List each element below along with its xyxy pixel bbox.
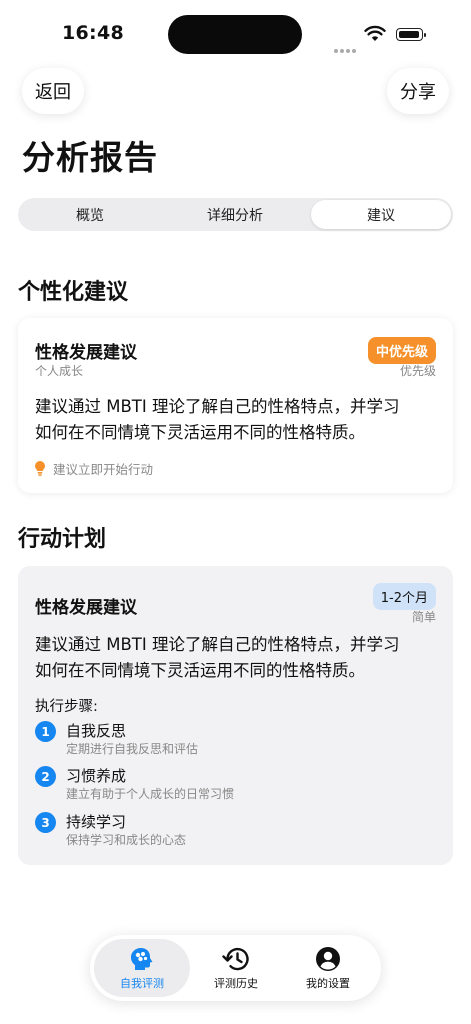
priority-badge: 中优先级: [367, 337, 436, 364]
step-number: 3: [35, 812, 56, 833]
step-item: 2 习惯养成 建立有助于个人成长的日常习惯: [35, 766, 234, 802]
tab-detailed-analysis-label: 详细分析: [207, 207, 263, 224]
step-number: 1: [35, 721, 56, 742]
tab-suggestions-label: 建议: [367, 207, 395, 224]
priority-label: 优先级: [399, 364, 436, 378]
steps-label: 执行步骤:: [35, 699, 98, 715]
action-hint-text: 建议立即开始行动: [53, 462, 154, 477]
section-title-personalized: 个性化建议: [18, 280, 129, 305]
card-body-line-2: 如何在不同情境下灵活运用不同的性格特质。: [35, 423, 365, 442]
duration-badge: 1-2个月: [372, 583, 436, 610]
segmented-control: 概览 详细分析 建议: [18, 198, 453, 231]
tabbar-item-self-assessment[interactable]: 自我评测: [94, 939, 190, 997]
plan-card-body-line-1: 建议通过 MBTI 理论了解自己的性格特点，并学习: [35, 635, 400, 654]
tabbar-item-settings-label: 我的设置: [306, 976, 350, 990]
card-title: 性格发展建议: [35, 343, 137, 363]
difficulty-label: 简单: [411, 610, 436, 624]
card-body-line-1: 建议通过 MBTI 理论了解自己的性格特点，并学习: [35, 397, 400, 416]
step-desc: 定期进行自我反思和评估: [66, 742, 199, 756]
card-category: 个人成长: [35, 364, 84, 378]
tab-bar: 自我评测 评测历史 我的设置: [90, 935, 381, 1001]
tabbar-item-history-label: 评测历史: [214, 976, 258, 990]
back-button[interactable]: 返回: [22, 68, 84, 114]
plan-card-body: 建议通过 MBTI 理论了解自己的性格特点，并学习 如何在不同情境下灵活运用不同…: [35, 632, 445, 684]
wifi-icon: [364, 25, 386, 46]
tabbar-item-self-assessment-label: 自我评测: [120, 976, 164, 990]
suggestion-card[interactable]: 性格发展建议 个人成长 中优先级 优先级 建议通过 MBTI 理论了解自己的性格…: [18, 318, 453, 493]
step-item: 1 自我反思 定期进行自我反思和评估: [35, 721, 198, 757]
dynamic-island: [168, 15, 302, 54]
page-title: 分析报告: [22, 138, 158, 177]
step-desc: 建立有助于个人成长的日常习惯: [66, 787, 235, 801]
section-title-action-plan: 行动计划: [18, 527, 107, 552]
tab-overview[interactable]: 概览: [20, 200, 160, 229]
tabbar-item-settings[interactable]: 我的设置: [280, 939, 376, 997]
tab-overview-label: 概览: [76, 207, 104, 224]
signal-icon: [334, 38, 358, 57]
step-title: 习惯养成: [66, 767, 127, 785]
share-button[interactable]: 分享: [387, 68, 449, 114]
tabbar-item-history[interactable]: 评测历史: [188, 939, 284, 997]
action-plan-card[interactable]: 性格发展建议 1-2个月 简单 建议通过 MBTI 理论了解自己的性格特点，并学…: [18, 566, 453, 865]
step-item: 3 持续学习 保持学习和成长的心态: [35, 812, 186, 848]
back-button-label: 返回: [35, 82, 71, 103]
battery-icon: [396, 28, 426, 41]
tab-suggestions[interactable]: 建议: [311, 200, 451, 229]
card-body: 建议通过 MBTI 理论了解自己的性格特点，并学习 如何在不同情境下灵活运用不同…: [35, 394, 445, 446]
plan-card-title: 性格发展建议: [35, 598, 137, 618]
step-title: 自我反思: [66, 722, 127, 740]
plan-card-body-line-2: 如何在不同情境下灵活运用不同的性格特质。: [35, 661, 365, 680]
brain-head-icon: [131, 947, 153, 970]
status-time: 16:48: [62, 22, 124, 44]
step-desc: 保持学习和成长的心态: [66, 833, 187, 847]
step-title: 持续学习: [66, 813, 127, 831]
tab-detailed-analysis[interactable]: 详细分析: [165, 200, 305, 229]
lightbulb-icon: [35, 461, 45, 476]
share-button-label: 分享: [400, 82, 436, 103]
person-circle-icon: [316, 946, 340, 971]
action-hint: 建议立即开始行动: [35, 459, 153, 478]
step-number: 2: [35, 766, 56, 787]
history-clock-icon: [222, 947, 249, 970]
